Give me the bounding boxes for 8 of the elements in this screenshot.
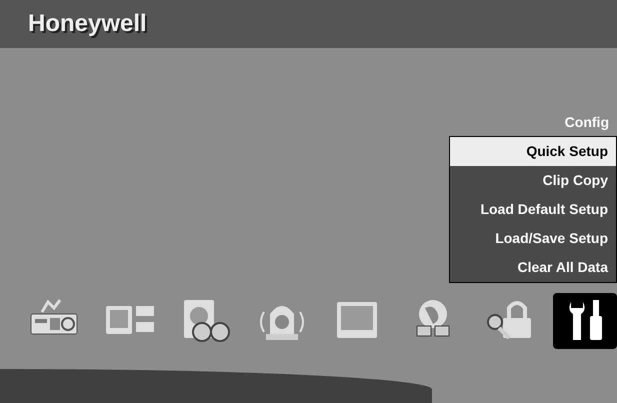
menu-item[interactable]: Load Default Setup — [450, 195, 616, 224]
menu-item[interactable]: Clip Copy — [450, 166, 616, 195]
menu-item[interactable]: Load/Save Setup — [450, 224, 616, 253]
selected-toolbar-button[interactable] — [552, 293, 617, 349]
menu-title: Config — [564, 114, 610, 132]
logo: Honeywell — [28, 10, 147, 38]
menu-item[interactable]: Quick Setup — [450, 137, 616, 166]
menu-item[interactable]: Clear All Data — [450, 253, 616, 282]
